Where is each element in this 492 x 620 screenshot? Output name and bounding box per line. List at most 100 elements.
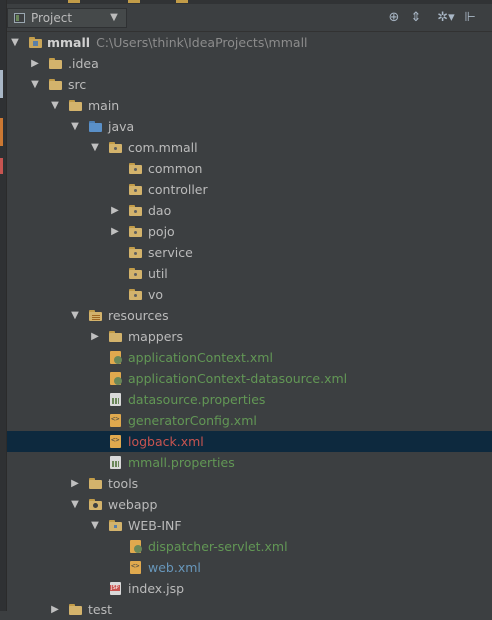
xml-file-icon <box>109 435 123 448</box>
module-name: mmall <box>47 35 91 50</box>
tree-node-label: util <box>148 266 168 281</box>
resources-folder-icon <box>89 309 103 322</box>
tab-marker <box>128 0 140 3</box>
tree-node-web-inf[interactable]: ▼ WEB-INF <box>7 515 492 536</box>
collapsed-arrow-icon[interactable]: ▶ <box>69 473 81 494</box>
tree-node-label: webapp <box>108 497 158 512</box>
tool-window-stripe[interactable] <box>0 118 3 146</box>
tree-node-webapp[interactable]: ▼ webapp <box>7 494 492 515</box>
tree-node-label: test <box>88 602 113 617</box>
spring-xml-file-icon <box>109 372 123 385</box>
expanded-arrow-icon[interactable]: ▼ <box>69 305 81 326</box>
package-icon <box>109 141 123 154</box>
web-folder-icon <box>89 498 103 511</box>
collapsed-arrow-icon[interactable]: ▶ <box>109 221 121 242</box>
view-selector-dropdown[interactable]: Project ▼ <box>7 8 127 28</box>
expanded-arrow-icon[interactable]: ▼ <box>69 494 81 515</box>
collapse-icon[interactable]: ⇕ <box>408 11 424 25</box>
package-icon <box>129 267 143 280</box>
tree-node-web-xml[interactable]: web.xml <box>7 557 492 578</box>
tree-node-label: mmall.properties <box>128 455 235 470</box>
tree-node-applicationcontext-datasource-xml[interactable]: applicationContext-datasource.xml <box>7 368 492 389</box>
tree-node-label: applicationContext-datasource.xml <box>128 371 348 386</box>
sync-icon[interactable]: ⊕ <box>386 11 402 25</box>
tree-node-datasource-properties[interactable]: datasource.properties <box>7 389 492 410</box>
tree-node-resources[interactable]: ▼ resources <box>7 305 492 326</box>
tree-node-mmall[interactable]: ▼ mmall C:\Users\think\IdeaProjects\mmall <box>7 32 492 53</box>
tree-node-dao[interactable]: ▶ dao <box>7 200 492 221</box>
tree-node-common[interactable]: common <box>7 158 492 179</box>
spring-xml-file-icon <box>109 351 123 364</box>
tree-node-mmall-properties[interactable]: mmall.properties <box>7 452 492 473</box>
project-icon <box>14 13 25 23</box>
tree-node-logback-xml[interactable]: logback.xml <box>7 431 492 452</box>
tree-node-com-mmall[interactable]: ▼ com.mmall <box>7 137 492 158</box>
tree-node-java[interactable]: ▼ java <box>7 116 492 137</box>
tab-marker <box>176 0 188 3</box>
tree-node-label: pojo <box>148 224 175 239</box>
tree-node-label: applicationContext.xml <box>128 350 273 365</box>
tree-node-vo[interactable]: vo <box>7 284 492 305</box>
tree-node-tools[interactable]: ▶ tools <box>7 473 492 494</box>
chevron-down-icon: ▼ <box>110 12 118 23</box>
tree-node-dispatcher-servlet-xml[interactable]: dispatcher-servlet.xml <box>7 536 492 557</box>
tree-node-label: resources <box>108 308 169 323</box>
tree-node-label: vo <box>148 287 164 302</box>
expanded-arrow-icon[interactable]: ▼ <box>49 95 61 116</box>
tool-window-stripe[interactable] <box>0 70 3 98</box>
tree-node-label: service <box>148 245 193 260</box>
tree-node-label: java <box>108 119 135 134</box>
tree-node-idea[interactable]: ▶ .idea <box>7 53 492 74</box>
tree-node-label: datasource.properties <box>128 392 266 407</box>
tree-node-label: dispatcher-servlet.xml <box>148 539 288 554</box>
tree-node-applicationcontext-xml[interactable]: applicationContext.xml <box>7 347 492 368</box>
expanded-arrow-icon[interactable]: ▼ <box>89 137 101 158</box>
expanded-arrow-icon[interactable]: ▼ <box>69 116 81 137</box>
tree-node-label: common <box>148 161 203 176</box>
collapsed-arrow-icon[interactable]: ▶ <box>109 200 121 221</box>
tree-node-mappers[interactable]: ▶ mappers <box>7 326 492 347</box>
package-icon <box>129 246 143 259</box>
collapsed-arrow-icon[interactable]: ▶ <box>29 53 41 74</box>
collapsed-arrow-icon[interactable]: ▶ <box>49 599 61 620</box>
tree-node-main[interactable]: ▼ main <box>7 95 492 116</box>
tree-node-generatorconfig-xml[interactable]: generatorConfig.xml <box>7 410 492 431</box>
tree-node-controller[interactable]: controller <box>7 179 492 200</box>
tree-node-label: .idea <box>68 56 99 71</box>
expanded-arrow-icon[interactable]: ▼ <box>89 515 101 536</box>
expanded-arrow-icon[interactable]: ▼ <box>29 74 41 95</box>
spring-xml-file-icon <box>129 540 143 553</box>
module-path: C:\Users\think\IdeaProjects\mmall <box>96 35 308 50</box>
tree-node-label: com.mmall <box>128 140 198 155</box>
tree-node-test[interactable]: ▶ test <box>7 599 492 620</box>
folder-icon <box>109 330 123 343</box>
jsp-file-icon <box>109 582 123 595</box>
tool-window-stripe[interactable] <box>0 158 3 174</box>
package-icon <box>129 204 143 217</box>
expanded-arrow-icon[interactable]: ▼ <box>9 32 21 53</box>
tree-node-label: WEB-INF <box>128 518 182 533</box>
view-selector-label: Project <box>31 11 73 25</box>
tree-node-label: mappers <box>128 329 184 344</box>
tree-node-label: generatorConfig.xml <box>128 413 257 428</box>
tree-node-util[interactable]: util <box>7 263 492 284</box>
source-folder-icon <box>89 120 103 133</box>
tree-node-pojo[interactable]: ▶ pojo <box>7 221 492 242</box>
xml-file-icon <box>109 414 123 427</box>
tree-node-src[interactable]: ▼ src <box>7 74 492 95</box>
package-icon <box>129 288 143 301</box>
tree-node-label: logback.xml <box>128 434 204 449</box>
tree-node-label: index.jsp <box>128 581 185 596</box>
left-tool-window-bar <box>0 0 7 611</box>
project-tree: ▼ mmall C:\Users\think\IdeaProjects\mmall… <box>7 32 492 617</box>
xml-file-icon <box>129 561 143 574</box>
settings-icon[interactable]: ✲▾ <box>432 11 460 25</box>
properties-file-icon <box>109 456 123 469</box>
tab-marker <box>68 0 80 3</box>
tree-node-service[interactable]: service <box>7 242 492 263</box>
hide-icon[interactable]: ⊩ <box>462 11 478 25</box>
collapsed-arrow-icon[interactable]: ▶ <box>89 326 101 347</box>
tree-node-label: dao <box>148 203 172 218</box>
tree-node-index-jsp[interactable]: index.jsp <box>7 578 492 599</box>
tree-node-label: src <box>68 77 87 92</box>
